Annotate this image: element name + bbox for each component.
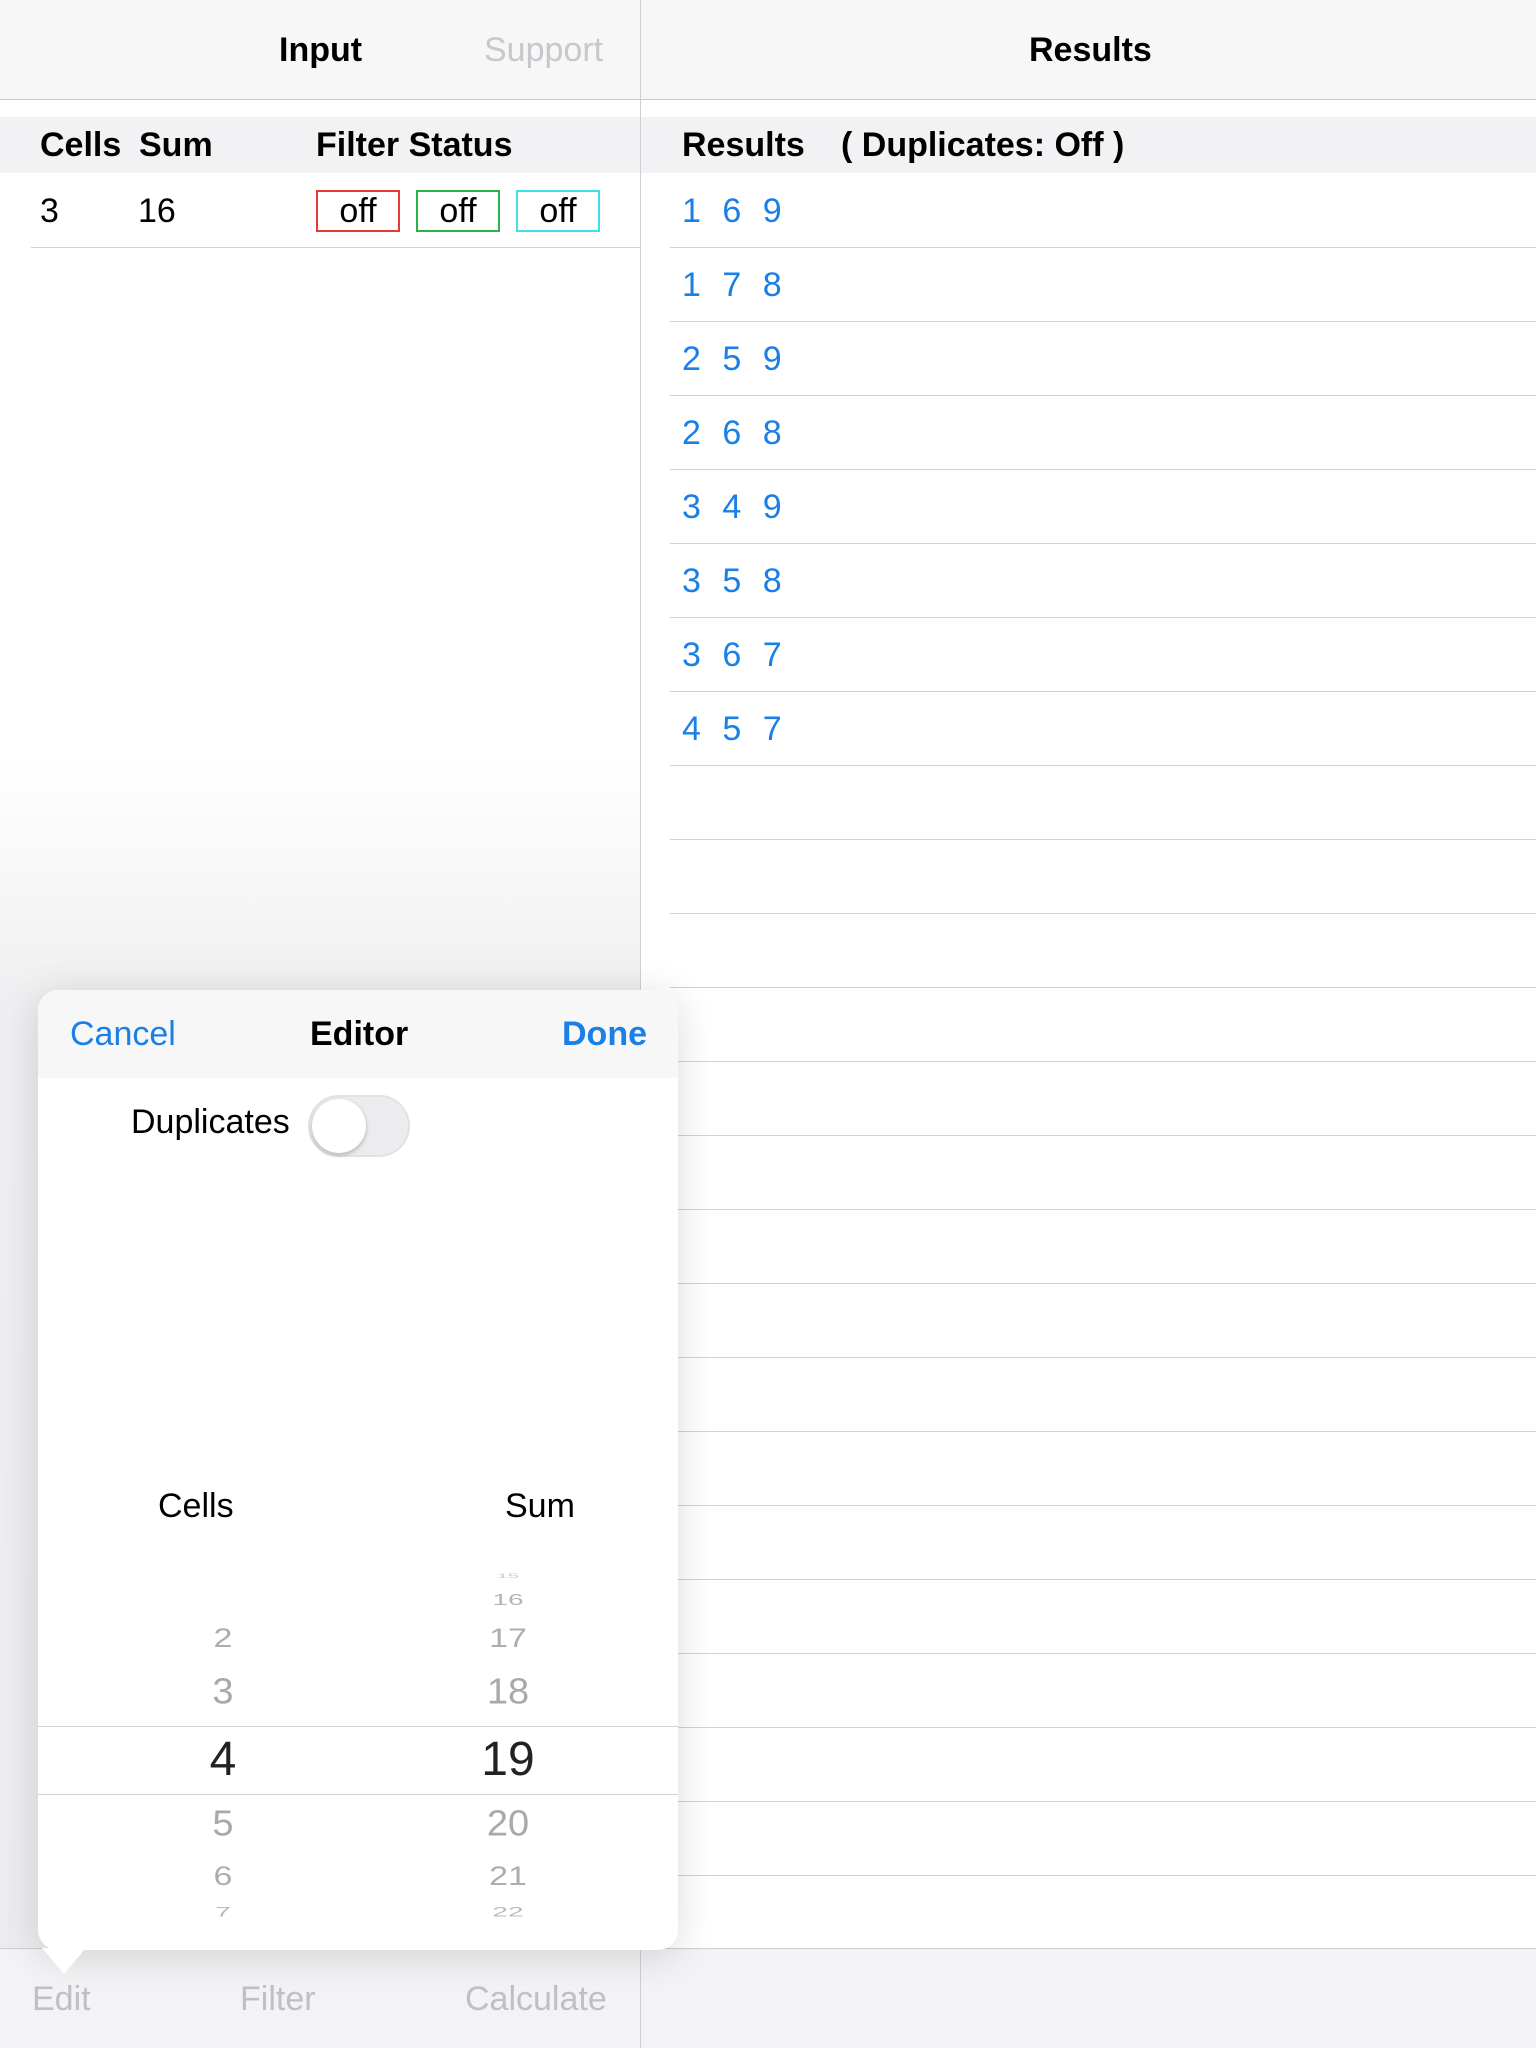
results-section-header: Results ( Duplicates: Off ): [641, 117, 1536, 173]
empty-row: [670, 1210, 1536, 1284]
sum-column-header: Sum: [139, 126, 213, 164]
input-cells-value: 3: [40, 192, 59, 230]
picker-option[interactable]: 18: [487, 1674, 529, 1710]
result-row[interactable]: 3 4 9: [670, 470, 1536, 544]
result-row[interactable]: 1 7 8: [670, 248, 1536, 322]
cells-column-header: Cells: [40, 126, 122, 164]
cancel-button[interactable]: Cancel: [70, 1014, 176, 1054]
picker-selection-top: [38, 1726, 678, 1727]
support-button[interactable]: Support: [484, 30, 603, 70]
result-row[interactable]: 2 5 9: [670, 322, 1536, 396]
picker-selection-bottom: [38, 1794, 678, 1795]
picker-option[interactable]: 5: [212, 1806, 233, 1842]
toggle-knob: [312, 1099, 366, 1153]
picker-selected-value[interactable]: 19: [481, 1736, 534, 1784]
empty-row: [670, 1284, 1536, 1358]
result-combination: 1 7 8: [682, 266, 788, 304]
picker-option[interactable]: 15: [497, 1573, 519, 1579]
editor-header: Cancel Editor Done: [38, 990, 678, 1078]
picker-option[interactable]: 21: [489, 1862, 527, 1889]
picker-option[interactable]: 2: [214, 1624, 233, 1651]
empty-row: [670, 1728, 1536, 1802]
empty-row: [670, 840, 1536, 914]
results-column-header: Results: [682, 126, 805, 164]
result-row[interactable]: 1 6 9: [670, 174, 1536, 248]
picker-option[interactable]: 3: [212, 1674, 233, 1710]
empty-row: [670, 1580, 1536, 1654]
picker-selected-value[interactable]: 4: [210, 1736, 237, 1784]
result-row[interactable]: 4 5 7: [670, 692, 1536, 766]
empty-row: [670, 1876, 1536, 1950]
input-title: Input: [279, 31, 363, 69]
picker-option[interactable]: 20: [487, 1806, 529, 1842]
picker-option[interactable]: 7: [215, 1905, 231, 1919]
empty-row: [670, 1654, 1536, 1728]
empty-row: [670, 766, 1536, 840]
result-combination: 1 6 9: [682, 192, 788, 230]
filter-cyan-badge[interactable]: off: [516, 190, 600, 232]
edit-button[interactable]: Edit: [32, 1979, 91, 2019]
results-toolbar: [641, 1948, 1536, 2048]
results-nav-bar: Results: [641, 0, 1536, 100]
result-combination: 4 5 7: [682, 710, 788, 748]
filter-green-badge[interactable]: off: [416, 190, 500, 232]
result-combination: 3 4 9: [682, 488, 788, 526]
result-row[interactable]: 3 6 7: [670, 618, 1536, 692]
empty-row: [670, 1358, 1536, 1432]
editor-title: Editor: [310, 1015, 409, 1053]
input-nav-bar: Input Support: [0, 0, 640, 100]
result-combination: 2 6 8: [682, 414, 788, 452]
input-row[interactable]: 3 16 off off off: [31, 174, 640, 248]
calculate-button[interactable]: Calculate: [465, 1979, 607, 2019]
editor-popover: Cancel Editor Done Duplicates Cells Sum …: [38, 990, 678, 1950]
input-section-header: Cells Sum Filter Status: [0, 117, 640, 173]
empty-row: [670, 1136, 1536, 1210]
picker-option[interactable]: 22: [492, 1905, 523, 1919]
result-row[interactable]: 3 5 8: [670, 544, 1536, 618]
picker-option[interactable]: 6: [214, 1862, 233, 1889]
input-sum-value: 16: [138, 192, 176, 230]
result-row[interactable]: 2 6 8: [670, 396, 1536, 470]
filter-red-badge[interactable]: off: [316, 190, 400, 232]
results-title: Results: [1029, 31, 1152, 69]
empty-row: [670, 1506, 1536, 1580]
result-combination: 3 6 7: [682, 636, 788, 674]
filter-status-column-header: Filter Status: [316, 126, 513, 164]
picker-option[interactable]: 17: [489, 1624, 527, 1651]
bottom-toolbar: Edit Filter Calculate: [0, 1948, 640, 2048]
duplicates-label: Duplicates: [131, 1103, 290, 1141]
result-combination: 3 5 8: [682, 562, 788, 600]
result-combination: 2 5 9: [682, 340, 788, 378]
popover-arrow: [42, 1948, 86, 1974]
duplicates-status: ( Duplicates: Off ): [841, 126, 1125, 164]
done-button[interactable]: Done: [562, 1014, 647, 1054]
duplicates-toggle[interactable]: [308, 1095, 410, 1157]
empty-row: [670, 1062, 1536, 1136]
filter-button[interactable]: Filter: [240, 1979, 316, 2019]
cells-picker-label: Cells: [158, 1487, 234, 1525]
empty-row: [670, 1432, 1536, 1506]
sum-picker-label: Sum: [505, 1487, 575, 1525]
empty-row: [670, 914, 1536, 988]
empty-row: [670, 1802, 1536, 1876]
empty-row: [670, 988, 1536, 1062]
picker-option[interactable]: 16: [492, 1592, 523, 1607]
